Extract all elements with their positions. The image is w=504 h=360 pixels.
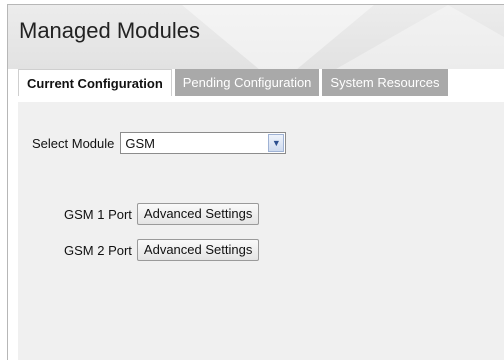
content-panel: Select Module GSM ▼ GSM 1 Port Advanced … — [18, 96, 504, 360]
header: Managed Modules — [8, 5, 504, 69]
select-module-label: Select Module — [32, 135, 115, 151]
select-module-row: Select Module GSM ▼ — [32, 132, 287, 154]
module-select[interactable]: GSM ▼ — [120, 132, 287, 154]
tab-bar: Current Configuration Pending Configurat… — [18, 69, 504, 96]
tab-pending-configuration[interactable]: Pending Configuration — [174, 69, 320, 96]
tab-system-resources[interactable]: System Resources — [322, 69, 448, 96]
gsm1-port-label: GSM 1 Port — [64, 206, 132, 222]
gsm2-port-row: GSM 2 Port Advanced Settings — [64, 239, 260, 261]
header-decoration — [308, 5, 504, 69]
chevron-down-icon[interactable]: ▼ — [268, 134, 285, 152]
gsm2-advanced-settings-button[interactable]: Advanced Settings — [136, 239, 260, 261]
gsm1-port-row: GSM 1 Port Advanced Settings — [64, 203, 260, 225]
page-title: Managed Modules — [19, 18, 201, 43]
gsm2-port-label: GSM 2 Port — [64, 242, 132, 258]
tab-current-configuration[interactable]: Current Configuration — [18, 69, 172, 96]
gsm1-advanced-settings-button[interactable]: Advanced Settings — [136, 203, 260, 225]
module-select-value: GSM — [125, 135, 156, 151]
app-frame: Managed Modules Current Configuration Pe… — [7, 4, 504, 360]
